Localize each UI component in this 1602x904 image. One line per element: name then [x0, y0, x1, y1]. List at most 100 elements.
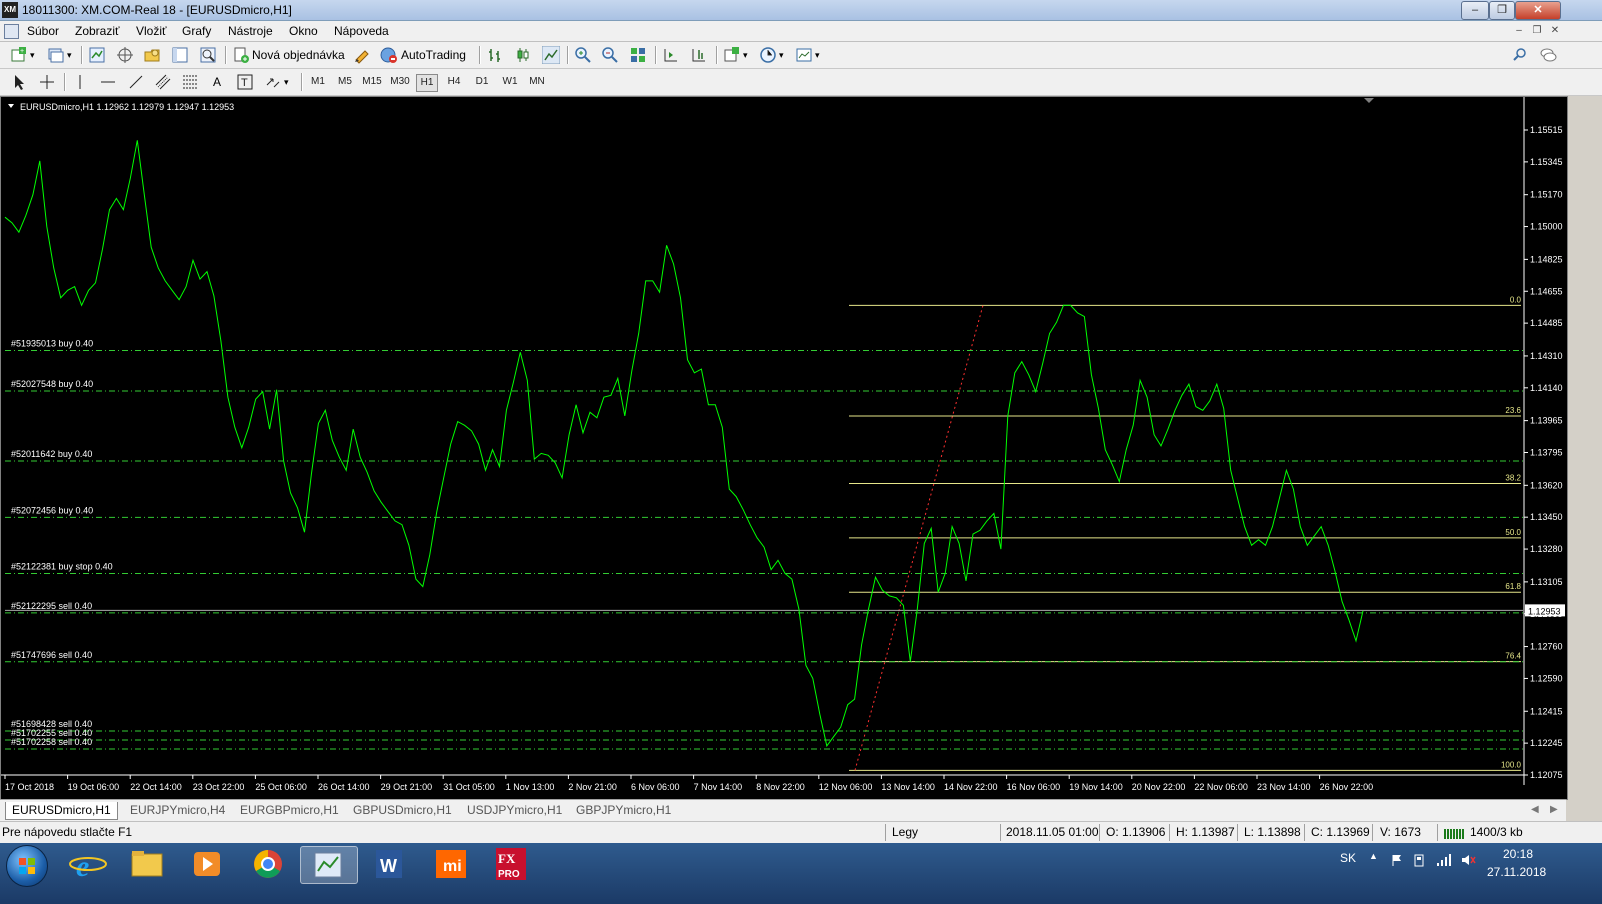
zoom-out-icon[interactable]: [601, 46, 619, 64]
zoom-in-icon[interactable]: [574, 46, 592, 64]
mdi-restore-icon[interactable]: ❐: [1530, 24, 1544, 38]
timeframe-m1[interactable]: M1: [308, 74, 328, 90]
tile-windows-icon[interactable]: [629, 46, 647, 64]
arrows-dropdown-icon[interactable]: ▾: [284, 72, 289, 92]
text-tool-icon[interactable]: A: [213, 72, 221, 92]
taskbar-chrome[interactable]: [240, 846, 296, 882]
vertical-line-icon[interactable]: [71, 73, 89, 91]
periods-dropdown-icon[interactable]: ▾: [779, 45, 784, 65]
timeframe-m5[interactable]: M5: [335, 74, 355, 90]
bar-chart-icon[interactable]: [486, 46, 504, 64]
timeframe-h4[interactable]: H4: [444, 74, 464, 90]
trendline-icon[interactable]: [127, 73, 145, 91]
time-tick-label: 23 Oct 22:00: [193, 782, 245, 792]
clock-date[interactable]: 27.11.2018: [1487, 865, 1546, 879]
device-icon[interactable]: [1412, 853, 1426, 867]
arrows-icon[interactable]: [264, 73, 282, 91]
indicators-dropdown-icon[interactable]: ▾: [743, 45, 748, 65]
periods-clock-icon[interactable]: [759, 46, 777, 64]
timeframe-w1[interactable]: W1: [500, 74, 520, 90]
clock-time[interactable]: 20:18: [1503, 847, 1533, 861]
taskbar-fxpro[interactable]: FX PRO: [484, 846, 540, 882]
status-traffic: 1400/3 kb: [1470, 825, 1523, 839]
order-label: #51702258 sell 0.40: [11, 737, 92, 747]
menu-window[interactable]: Okno: [289, 24, 318, 38]
autotrading-button[interactable]: AutoTrading: [401, 45, 466, 65]
search-icon[interactable]: [1511, 46, 1529, 64]
menu-help[interactable]: Nápoveda: [334, 24, 389, 38]
crosshair-icon[interactable]: [38, 73, 56, 91]
chart-area[interactable]: 1.15515 1.15345 1.15170 1.15000 1.14825 1.146…: [0, 96, 1568, 800]
taskbar-word[interactable]: W: [362, 846, 418, 882]
cursor-icon[interactable]: [10, 73, 28, 91]
navigator-icon[interactable]: [143, 46, 161, 64]
maximize-button[interactable]: ❐: [1489, 1, 1515, 20]
taskbar-media-player[interactable]: [180, 846, 236, 882]
menu-charts[interactable]: Grafy: [182, 24, 211, 38]
price-tick-label: 1.15345: [1530, 157, 1563, 167]
templates-icon[interactable]: [795, 46, 813, 64]
tab-usdjpymicro-h1[interactable]: USDJPYmicro,H1: [461, 802, 568, 819]
mdi-close-icon[interactable]: ✕: [1548, 24, 1562, 38]
templates-dropdown-icon[interactable]: ▾: [815, 45, 820, 65]
tab-gbpjpymicro-h1[interactable]: GBPJPYmicro,H1: [570, 802, 677, 819]
volume-muted-icon[interactable]: [1460, 853, 1476, 867]
menu-insert[interactable]: Vložiť: [136, 24, 167, 38]
mdi-minimize-icon[interactable]: –: [1512, 24, 1526, 38]
new-chart-dropdown-icon[interactable]: ▾: [30, 45, 35, 65]
timeframe-h1[interactable]: H1: [416, 74, 438, 92]
tab-eurgbpmicro-h1[interactable]: EURGBPmicro,H1: [234, 802, 345, 819]
menu-tools[interactable]: Nástroje: [228, 24, 273, 38]
data-window-icon[interactable]: [116, 46, 134, 64]
chat-icon[interactable]: [1539, 46, 1557, 64]
profiles-dropdown-icon[interactable]: ▾: [67, 45, 72, 65]
new-order-button[interactable]: Nová objednávka: [252, 45, 345, 65]
action-center-flag-icon[interactable]: [1390, 853, 1404, 867]
menu-view[interactable]: Zobraziť: [75, 24, 120, 38]
timeframe-mn[interactable]: MN: [526, 74, 548, 90]
price-chart[interactable]: 1.15515 1.15345 1.15170 1.15000 1.14825 1.146…: [1, 97, 1567, 799]
tab-scroll-right-icon[interactable]: ▶: [1550, 800, 1558, 820]
new-chart-icon[interactable]: +: [10, 46, 28, 64]
new-order-icon[interactable]: [232, 46, 250, 64]
network-signal-icon[interactable]: [1436, 853, 1452, 867]
text-label-icon[interactable]: T: [236, 73, 254, 91]
equidistant-channel-icon[interactable]: [154, 73, 172, 91]
horizontal-line-icon[interactable]: [99, 73, 117, 91]
tray-expand-icon[interactable]: ▲: [1369, 851, 1378, 861]
tab-gbpusdmicro-h1[interactable]: GBPUSDmicro,H1: [347, 802, 458, 819]
fibonacci-level-label: 61.8: [1505, 582, 1521, 591]
taskbar-xiaomi[interactable]: mi: [424, 846, 480, 882]
close-button[interactable]: ✕: [1515, 1, 1561, 20]
menu-file[interactable]: Súbor: [27, 24, 59, 38]
timeframe-m30[interactable]: M30: [388, 74, 412, 90]
chart-shift-icon[interactable]: [662, 46, 680, 64]
metaeditor-icon[interactable]: [353, 46, 371, 64]
taskbar-internet-explorer[interactable]: e: [60, 846, 116, 883]
tab-eurjpymicro-h4[interactable]: EURJPYmicro,H4: [124, 802, 231, 819]
autoscroll-icon[interactable]: [690, 46, 708, 64]
chart-window-icon[interactable]: [4, 24, 19, 39]
tab-scroll-left-icon[interactable]: ◀: [1531, 800, 1539, 820]
svg-text:e: e: [76, 850, 89, 882]
taskbar-metatrader[interactable]: [300, 846, 358, 884]
word-icon: W: [376, 850, 402, 878]
strategy-tester-icon[interactable]: [199, 46, 217, 64]
timeframe-m15[interactable]: M15: [360, 74, 384, 90]
time-tick-label: 16 Nov 06:00: [1007, 782, 1061, 792]
tab-eurusdmicro-h1[interactable]: EURUSDmicro,H1: [5, 802, 118, 820]
taskbar-explorer[interactable]: [120, 846, 176, 882]
profiles-icon[interactable]: [47, 46, 65, 64]
indicators-icon[interactable]: [723, 46, 741, 64]
start-button[interactable]: [6, 845, 48, 887]
candlestick-icon[interactable]: [514, 46, 532, 64]
autotrading-icon[interactable]: [380, 46, 398, 64]
terminal-icon[interactable]: [171, 46, 189, 64]
line-chart-icon[interactable]: [542, 46, 560, 64]
fibonacci-icon[interactable]: [181, 73, 199, 91]
minimize-button[interactable]: –: [1461, 1, 1489, 20]
market-watch-icon[interactable]: [88, 46, 106, 64]
timeframe-d1[interactable]: D1: [472, 74, 492, 90]
time-tick-label: 6 Nov 06:00: [631, 782, 680, 792]
language-indicator[interactable]: SK: [1340, 851, 1356, 865]
